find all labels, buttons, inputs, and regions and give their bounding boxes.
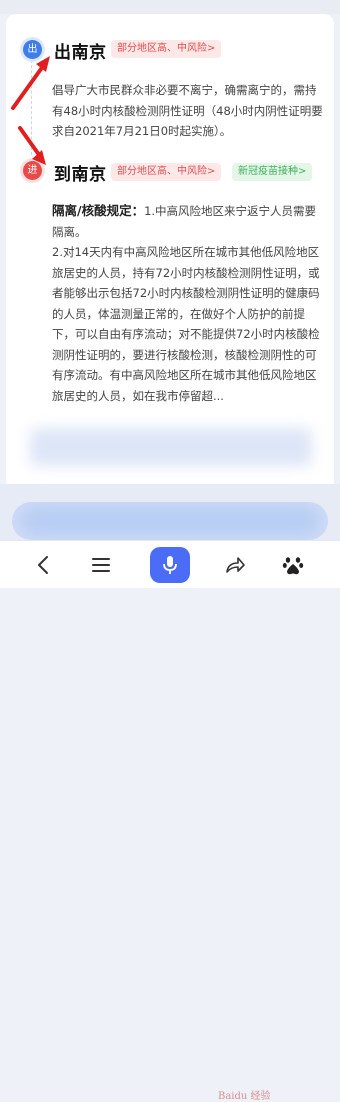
baidu-paw-icon	[282, 556, 304, 574]
share-arrow-icon	[226, 556, 245, 573]
blurred-content	[30, 428, 312, 466]
arrival-badge: 进	[23, 161, 42, 180]
watermark-text: Baidu 经验	[218, 1091, 271, 1102]
blurred-action-bar[interactable]	[12, 502, 328, 540]
chevron-left-icon	[38, 555, 48, 574]
voice-search-button[interactable]	[145, 541, 195, 588]
departure-title: 出南京	[54, 43, 107, 63]
voice-button-bg	[150, 546, 190, 583]
top-strip	[0, 0, 340, 14]
vaccine-tag[interactable]: 新冠疫苗接种>	[232, 163, 313, 181]
rule-label: 隔离/核酸规定：	[52, 203, 145, 218]
menu-button[interactable]	[76, 541, 126, 588]
arrival-title: 到南京	[54, 165, 107, 185]
timeline-rail	[31, 60, 32, 155]
baidu-logo-button[interactable]	[268, 541, 318, 588]
hamburger-menu-icon	[92, 557, 110, 572]
share-button[interactable]	[210, 541, 260, 588]
rule-text-2: 2.对14天内有中高风险地区所在城市其他低风险地区旅居史的人员，持有72小时内核…	[52, 245, 320, 403]
arrival-rules: 隔离/核酸规定：1.中高风险地区来宁返宁人员需要隔离。 2.对14天内有中高风险…	[52, 201, 324, 406]
microphone-icon	[163, 555, 177, 574]
arrival-risk-tag[interactable]: 部分地区高、中风险>	[111, 163, 222, 181]
departure-notice: 倡导广大市民群众非必要不离宁，确需离宁的，需持有48小时内核酸检测阴性证明（48…	[52, 83, 323, 138]
bottom-navigation: Baidu 经验	[0, 540, 340, 1102]
departure-risk-tag[interactable]: 部分地区高、中风险>	[111, 40, 222, 58]
departure-badge: 出	[23, 40, 42, 59]
back-button[interactable]	[18, 541, 68, 588]
